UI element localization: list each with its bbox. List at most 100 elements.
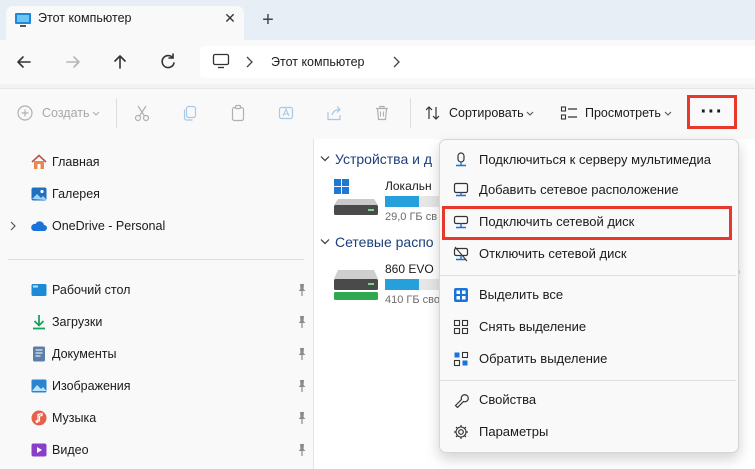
view-label: Просмотреть [585, 106, 661, 120]
back-arrow-icon[interactable] [12, 50, 36, 74]
add-circle-icon [17, 105, 33, 121]
select-none-icon [453, 319, 469, 335]
this-pc-icon [15, 13, 31, 27]
sidebar-item-label: OneDrive - Personal [52, 219, 166, 233]
documents-icon [33, 346, 45, 362]
menu-item-properties[interactable]: Свойства [441, 385, 735, 415]
pin-icon[interactable] [296, 315, 308, 329]
sidebar-item-label: Главная [52, 155, 100, 169]
share-icon[interactable] [325, 104, 343, 122]
more-options-button[interactable]: ··· [687, 95, 737, 129]
menu-item-label: Добавить сетевое расположение [479, 182, 679, 197]
sidebar-item-label: Музыка [52, 411, 97, 425]
sort-button[interactable]: Сортировать [424, 102, 536, 124]
copy-icon[interactable] [181, 104, 199, 122]
tab-title: Этот компьютер [38, 11, 132, 25]
more-options-menu: Подключиться к серверу мультимедиа Добав… [439, 139, 739, 453]
sidebar-item-pictures[interactable]: Изображения [30, 375, 310, 399]
pin-icon[interactable] [296, 443, 308, 457]
view-layout-icon [560, 106, 577, 120]
sidebar-item-videos[interactable]: Видео [30, 439, 310, 463]
system-drive-icon [334, 179, 378, 215]
menu-item-label: Обратить выделение [479, 351, 608, 366]
sidebar-divider [8, 259, 304, 260]
pictures-icon [31, 379, 47, 393]
pin-icon[interactable] [296, 379, 308, 393]
menu-item-disconnect-network-drive[interactable]: Отключить сетевой диск [441, 239, 735, 269]
gallery-icon [31, 187, 47, 201]
sidebar-item-downloads[interactable]: Загрузки [30, 311, 310, 335]
group-collapse-chevron-icon[interactable] [320, 238, 330, 246]
onedrive-cloud-icon [31, 221, 47, 231]
sidebar-item-gallery[interactable]: Галерея [30, 183, 310, 207]
sidebar-item-label: Видео [52, 443, 89, 457]
home-icon [31, 154, 47, 169]
sidebar-item-documents[interactable]: Документы [30, 343, 310, 367]
group-collapse-chevron-icon[interactable] [320, 155, 330, 163]
tab-close-icon[interactable]: ✕ [220, 8, 240, 28]
network-drive-icon [334, 270, 378, 300]
sidebar-item-onedrive[interactable]: OneDrive - Personal [30, 215, 310, 239]
menu-item-settings[interactable]: Параметры [441, 417, 735, 447]
menu-item-select-all[interactable]: Выделить все [441, 280, 735, 310]
sidebar-item-music[interactable]: Музыка [30, 407, 310, 431]
toolbar-divider [116, 98, 117, 128]
group-title-network[interactable]: Сетевые распо [335, 234, 434, 250]
menu-divider [440, 380, 736, 381]
media-server-icon [456, 152, 466, 167]
create-label: Создать [42, 106, 90, 120]
more-dots-icon: ··· [700, 101, 724, 123]
menu-divider [440, 275, 736, 276]
refresh-icon[interactable] [156, 50, 180, 74]
sidebar-item-label: Галерея [52, 187, 100, 201]
breadcrumb-chevron-icon[interactable] [244, 56, 254, 68]
drive-usage-fill [385, 196, 420, 207]
menu-item-label: Выделить все [479, 287, 564, 302]
menu-item-add-network-location[interactable]: Добавить сетевое расположение [441, 175, 735, 205]
properties-icon [454, 394, 469, 408]
settings-icon [454, 425, 468, 439]
network-location-icon [453, 182, 469, 197]
cut-icon[interactable] [133, 104, 151, 122]
rename-icon[interactable] [277, 104, 295, 122]
chevron-down-icon [664, 111, 672, 116]
up-arrow-icon[interactable] [108, 50, 132, 74]
drive-local[interactable]: Локальн 29,0 ГБ св [330, 175, 440, 225]
menu-item-label: Отключить сетевой диск [479, 246, 627, 261]
delete-icon[interactable] [373, 104, 391, 122]
group-title-devices[interactable]: Устройства и д [335, 151, 432, 167]
drive-free-space: 410 ГБ сво [385, 294, 440, 306]
breadcrumb-chevron-icon[interactable] [391, 56, 401, 68]
invert-selection-icon [453, 351, 469, 367]
paste-icon[interactable] [229, 104, 247, 122]
breadcrumb-this-pc[interactable]: Этот компьютер [271, 55, 364, 69]
drive-usage-fill [385, 279, 420, 290]
sort-label: Сортировать [449, 106, 524, 120]
menu-item-invert-selection[interactable]: Обратить выделение [441, 344, 735, 374]
downloads-icon [33, 315, 45, 330]
computer-icon [212, 53, 230, 69]
drive-network[interactable]: 860 EVO o 410 ГБ сво [330, 258, 440, 308]
menu-item-label: Подключиться к серверу мультимедиа [479, 152, 711, 167]
select-all-icon [454, 288, 468, 302]
pin-icon[interactable] [296, 347, 308, 361]
menu-item-connect-media-server[interactable]: Подключиться к серверу мультимедиа [441, 145, 735, 175]
menu-item-select-none[interactable]: Снять выделение [441, 312, 735, 342]
menu-item-label: Параметры [479, 424, 549, 439]
new-tab-button[interactable]: + [256, 8, 280, 32]
sidebar-item-label: Документы [52, 347, 117, 361]
forward-arrow-icon[interactable] [61, 50, 85, 74]
sidebar-item-desktop[interactable]: Рабочий стол [30, 279, 310, 303]
create-button[interactable]: Создать [14, 102, 104, 124]
sidebar-item-home[interactable]: Главная [30, 151, 310, 175]
expand-chevron-icon[interactable] [9, 221, 17, 231]
pin-icon[interactable] [296, 283, 308, 297]
drive-usage-bar [385, 196, 440, 207]
sidebar-item-label: Загрузки [52, 315, 103, 329]
sort-icon [425, 106, 440, 120]
highlight-annotation-box [442, 206, 732, 240]
drive-usage-bar [385, 279, 440, 290]
view-button[interactable]: Просмотреть [560, 102, 678, 124]
pin-icon[interactable] [296, 411, 308, 425]
sidebar-item-label: Рабочий стол [52, 283, 131, 297]
